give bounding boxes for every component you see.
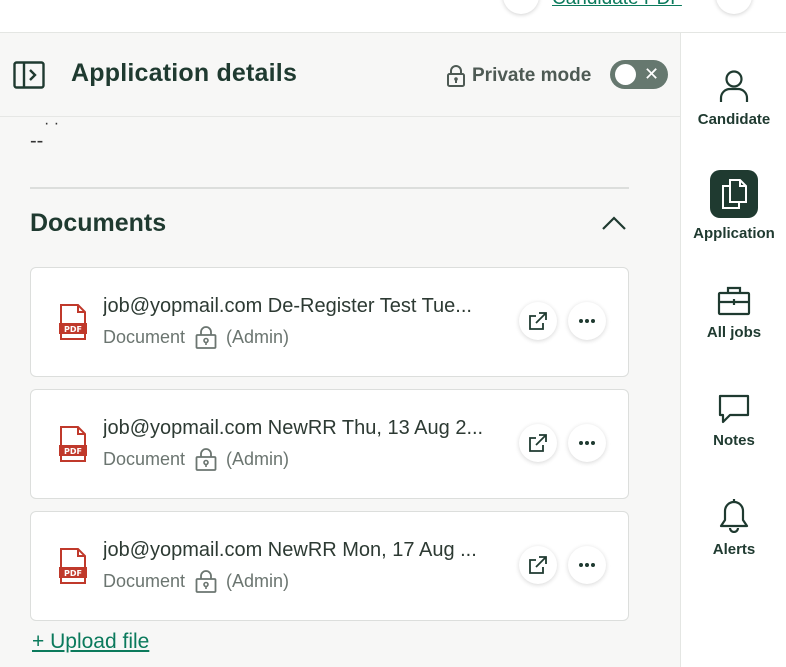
document-meta: Document (Admin) (103, 325, 289, 349)
lock-icon (195, 326, 217, 349)
person-icon (719, 70, 749, 102)
pdf-icon: PDF (59, 426, 87, 462)
close-icon: ✕ (644, 64, 660, 84)
external-link-icon (529, 312, 547, 330)
top-action-button[interactable] (503, 0, 539, 14)
more-icon (579, 563, 595, 567)
briefcase-icon (717, 286, 751, 316)
document-type: Document (103, 448, 186, 469)
document-visibility: (Admin) (226, 326, 290, 347)
top-next-button[interactable] (716, 0, 752, 14)
private-mode-text: Private mode (472, 65, 592, 86)
document-type: Document (103, 326, 186, 347)
bell-icon (719, 499, 749, 533)
divider (30, 187, 629, 189)
documents-icon (722, 179, 747, 209)
more-icon (579, 319, 595, 323)
upload-file-link[interactable]: + Upload file (32, 630, 149, 654)
top-bar: Candidate PDF (0, 0, 786, 33)
chevron-up-icon[interactable] (601, 215, 627, 231)
svg-text:PDF: PDF (64, 569, 82, 578)
more-options-button[interactable] (568, 546, 606, 584)
document-meta: Document (Admin) (103, 447, 289, 471)
external-link-icon (529, 434, 547, 452)
rail-item-label: Candidate (697, 111, 771, 128)
page-title: Application details (71, 59, 298, 87)
lock-icon (195, 448, 217, 471)
panel-header: Application details Private mode ✕ (0, 33, 680, 117)
pdf-icon: PDF (59, 548, 87, 584)
toggle-knob (615, 64, 636, 85)
document-name[interactable]: job@yopmail.com De-Register Test Tue... (103, 295, 513, 318)
documents-title: Documents (30, 209, 167, 237)
collapse-panel-icon[interactable] (13, 61, 45, 89)
rail-active-indicator (710, 170, 758, 218)
svg-text:PDF: PDF (64, 325, 82, 334)
document-card[interactable]: PDF job@yopmail.com NewRR Thu, 13 Aug 2.… (30, 389, 629, 499)
more-options-button[interactable] (568, 424, 606, 462)
open-document-button[interactable] (519, 424, 557, 462)
truncated-field-label: · · (44, 115, 60, 132)
private-mode-label: Private mode (446, 65, 591, 87)
candidate-pdf-link[interactable]: Candidate PDF (552, 0, 682, 10)
rail-item-alerts[interactable]: Alerts (682, 499, 786, 558)
external-link-icon (529, 556, 547, 574)
pdf-icon: PDF (59, 304, 87, 340)
more-options-button[interactable] (568, 302, 606, 340)
open-document-button[interactable] (519, 302, 557, 340)
rail-item-application[interactable]: Application (682, 170, 786, 242)
rail-item-all-jobs[interactable]: All jobs (682, 286, 786, 341)
rail-item-label: All jobs (706, 324, 762, 341)
document-card[interactable]: PDF job@yopmail.com NewRR Mon, 17 Aug ..… (30, 511, 629, 621)
lock-icon (447, 65, 465, 87)
rail-item-label: Alerts (712, 541, 756, 558)
open-document-button[interactable] (519, 546, 557, 584)
application-panel: Application details Private mode ✕ · · -… (0, 33, 681, 667)
document-visibility: (Admin) (226, 570, 290, 591)
rail-item-label: Application (693, 225, 775, 242)
private-mode-toggle[interactable]: ✕ (610, 60, 668, 89)
document-meta: Document (Admin) (103, 569, 289, 593)
svg-text:PDF: PDF (64, 447, 82, 456)
more-icon (579, 441, 595, 445)
document-visibility: (Admin) (226, 448, 290, 469)
document-name[interactable]: job@yopmail.com NewRR Thu, 13 Aug 2... (103, 417, 513, 440)
side-rail: Candidate Application All jobs Notes Ale… (682, 33, 786, 667)
rail-item-candidate[interactable]: Candidate (682, 69, 786, 128)
document-type: Document (103, 570, 186, 591)
document-name[interactable]: job@yopmail.com NewRR Mon, 17 Aug ... (103, 539, 513, 562)
rail-item-label: Notes (713, 432, 755, 449)
rail-item-notes[interactable]: Notes (682, 394, 786, 449)
field-value: -- (30, 130, 44, 152)
document-card[interactable]: PDF job@yopmail.com De-Register Test Tue… (30, 267, 629, 377)
lock-icon (195, 570, 217, 593)
chat-icon (718, 394, 750, 424)
